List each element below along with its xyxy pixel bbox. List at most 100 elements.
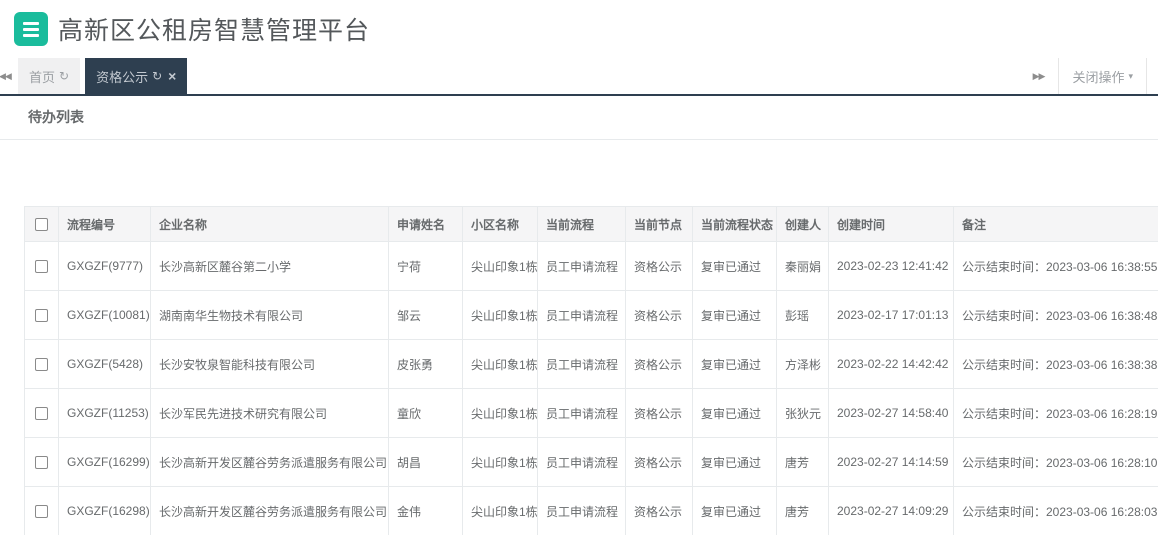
row-checkbox[interactable]: [35, 407, 48, 421]
app-title: 高新区公租房智慧管理平台: [58, 17, 371, 45]
cell-community: 尖山印象1栋: [462, 339, 538, 389]
table-row: GXGZF(10081) 湖南南华生物技术有限公司 邹云 尖山印象1栋 员工申请流程 资格…: [24, 290, 1158, 340]
cell-process: 员工申请流程: [537, 339, 626, 389]
cell-remark: 公示结束时间：2023-03-06 16:28:10: [953, 437, 1158, 487]
cell-company: 湖南南华生物技术有限公司: [150, 290, 389, 340]
cell-node: 资格公示: [625, 241, 693, 291]
cell-remark: 公示结束时间：2023-03-06 16:38:55: [953, 241, 1158, 291]
table-row: GXGZF(16298) 长沙高新开发区麓谷劳务派遣服务有限公司 金伟 尖山印象1栋员…: [24, 486, 1158, 535]
close-icon[interactable]: ×: [168, 68, 176, 84]
menu-icon-bar: [23, 33, 39, 37]
cell-applicant: 胡昌: [388, 437, 463, 487]
row-select-cell: [24, 437, 59, 487]
main-content: 待办列表 流程编号 企业名称 申请姓名 小区名称 当前流程 当前节点 当前流程状态 创建人 创建…: [0, 96, 1158, 535]
cell-status: 复审已通过: [692, 241, 777, 291]
column-header: 备注: [953, 206, 1158, 242]
column-header: 企业名称: [150, 206, 389, 242]
cell-creator: 唐芳: [776, 437, 829, 487]
cell-node: 资格公示: [625, 290, 693, 340]
cell-status: 复审已通过: [692, 486, 777, 535]
caret-down-icon: ▾: [1128, 70, 1133, 81]
column-header: 创建人: [776, 206, 829, 242]
cell-community: 尖山印象1栋: [462, 241, 538, 291]
row-checkbox[interactable]: [35, 309, 48, 323]
cell-creator: 唐芳: [776, 486, 829, 535]
cell-remark: 公示结束时间：2023-03-06 16:38:48: [953, 290, 1158, 340]
column-header: 当前流程状态: [692, 206, 777, 242]
cell-process: 员工申请流程: [537, 486, 626, 535]
scroll-tabs-right-icon[interactable]: ▶▶: [1019, 58, 1059, 94]
cell-created_at: 2023-02-22 14:42:42: [828, 339, 954, 389]
tabbar-right-controls: ▶▶ 关闭操作 ▾: [1019, 58, 1158, 94]
menu-icon[interactable]: [14, 12, 48, 46]
cell-process_no: GXGZF(16298): [58, 486, 151, 535]
tab-bar: ◀◀ 首页 ↻ 资格公示 ↻ × ▶▶ 关闭操作 ▾: [0, 58, 1158, 96]
cell-company: 长沙高新区麓谷第二小学: [150, 241, 389, 291]
cell-status: 复审已通过: [692, 388, 777, 438]
refresh-icon[interactable]: ↻: [152, 69, 162, 83]
cell-status: 复审已通过: [692, 290, 777, 340]
table-body: GXGZF(9777) 长沙高新区麓谷第二小学 宁荷 尖山印象1栋 员工申请流程 资格公示…: [24, 241, 1158, 535]
select-all-cell: [24, 206, 59, 242]
cell-remark: 公示结束时间：2023-03-06 16:38:38: [953, 339, 1158, 389]
column-header: 创建时间: [828, 206, 954, 242]
column-header: 申请姓名: [388, 206, 463, 242]
menu-icon-bar: [23, 21, 39, 25]
tab-qualification-publicity[interactable]: 资格公示 ↻ ×: [85, 58, 188, 94]
row-checkbox[interactable]: [35, 505, 48, 519]
cell-process: 员工申请流程: [537, 290, 626, 340]
table-row: GXGZF(16299) 长沙高新开发区麓谷劳务派遣服务有限公司 胡昌 尖山印象1栋员…: [24, 437, 1158, 487]
cell-company: 长沙军民先进技术研究有限公司: [150, 388, 389, 438]
cell-company: 长沙高新开发区麓谷劳务派遣服务有限公司: [150, 437, 389, 487]
cell-process_no: GXGZF(11253): [58, 388, 151, 438]
refresh-icon[interactable]: ↻: [59, 69, 69, 83]
column-header: 当前节点: [625, 206, 693, 242]
tab-label: 资格公示: [96, 69, 149, 85]
app-header: 高新区公租房智慧管理平台: [0, 0, 1158, 58]
table-container: 流程编号 企业名称 申请姓名 小区名称 当前流程 当前节点 当前流程状态 创建人 创建时间 备注 …: [24, 206, 1158, 535]
cell-process: 员工申请流程: [537, 241, 626, 291]
row-checkbox[interactable]: [35, 358, 48, 372]
row-select-cell: [24, 290, 59, 340]
cell-node: 资格公示: [625, 388, 693, 438]
cell-status: 复审已通过: [692, 437, 777, 487]
cell-community: 尖山印象1栋: [462, 290, 538, 340]
scroll-tabs-left-icon[interactable]: ◀◀: [0, 58, 13, 94]
cell-applicant: 童欣: [388, 388, 463, 438]
cell-created_at: 2023-02-27 14:14:59: [828, 437, 954, 487]
column-header: 流程编号: [58, 206, 151, 242]
section-title: 待办列表: [28, 109, 84, 125]
cell-created_at: 2023-02-27 14:58:40: [828, 388, 954, 438]
cell-process: 员工申请流程: [537, 388, 626, 438]
cell-process_no: GXGZF(9777): [58, 241, 151, 291]
table-row: GXGZF(9777) 长沙高新区麓谷第二小学 宁荷 尖山印象1栋 员工申请流程 资格公示…: [24, 241, 1158, 291]
cell-community: 尖山印象1栋: [462, 486, 538, 535]
row-select-cell: [24, 339, 59, 389]
cell-creator: 彭瑶: [776, 290, 829, 340]
cell-creator: 秦丽娟: [776, 241, 829, 291]
tab-home[interactable]: 首页 ↻: [18, 58, 81, 94]
row-checkbox[interactable]: [35, 456, 48, 470]
tab-label: 首页: [29, 69, 56, 85]
close-operations-button[interactable]: 关闭操作 ▾: [1058, 58, 1147, 94]
cell-remark: 公示结束时间：2023-03-06 16:28:19: [953, 388, 1158, 438]
row-checkbox[interactable]: [35, 260, 48, 274]
table-row: GXGZF(5428) 长沙安牧泉智能科技有限公司 皮张勇 尖山印象1栋 员工申请流程资…: [24, 339, 1158, 389]
cell-process_no: GXGZF(5428): [58, 339, 151, 389]
table-header-row: 流程编号 企业名称 申请姓名 小区名称 当前流程 当前节点 当前流程状态 创建人 创建时间 备注: [24, 206, 1158, 242]
cell-company: 长沙高新开发区麓谷劳务派遣服务有限公司: [150, 486, 389, 535]
cell-company: 长沙安牧泉智能科技有限公司: [150, 339, 389, 389]
cell-remark: 公示结束时间：2023-03-06 16:28:03: [953, 486, 1158, 535]
row-select-cell: [24, 486, 59, 535]
column-header: 当前流程: [537, 206, 626, 242]
select-all-checkbox[interactable]: [35, 218, 48, 232]
row-select-cell: [24, 388, 59, 438]
cell-created_at: 2023-02-23 12:41:42: [828, 241, 954, 291]
table-row: GXGZF(11253) 长沙军民先进技术研究有限公司 童欣 尖山印象1栋 员工申请流程…: [24, 388, 1158, 438]
cell-node: 资格公示: [625, 486, 693, 535]
cell-created_at: 2023-02-17 17:01:13: [828, 290, 954, 340]
cell-creator: 方泽彬: [776, 339, 829, 389]
cell-node: 资格公示: [625, 339, 693, 389]
todo-table: 流程编号 企业名称 申请姓名 小区名称 当前流程 当前节点 当前流程状态 创建人 创建时间 备注 …: [24, 206, 1158, 535]
clipped-toolbar-button[interactable]: [1147, 58, 1158, 94]
